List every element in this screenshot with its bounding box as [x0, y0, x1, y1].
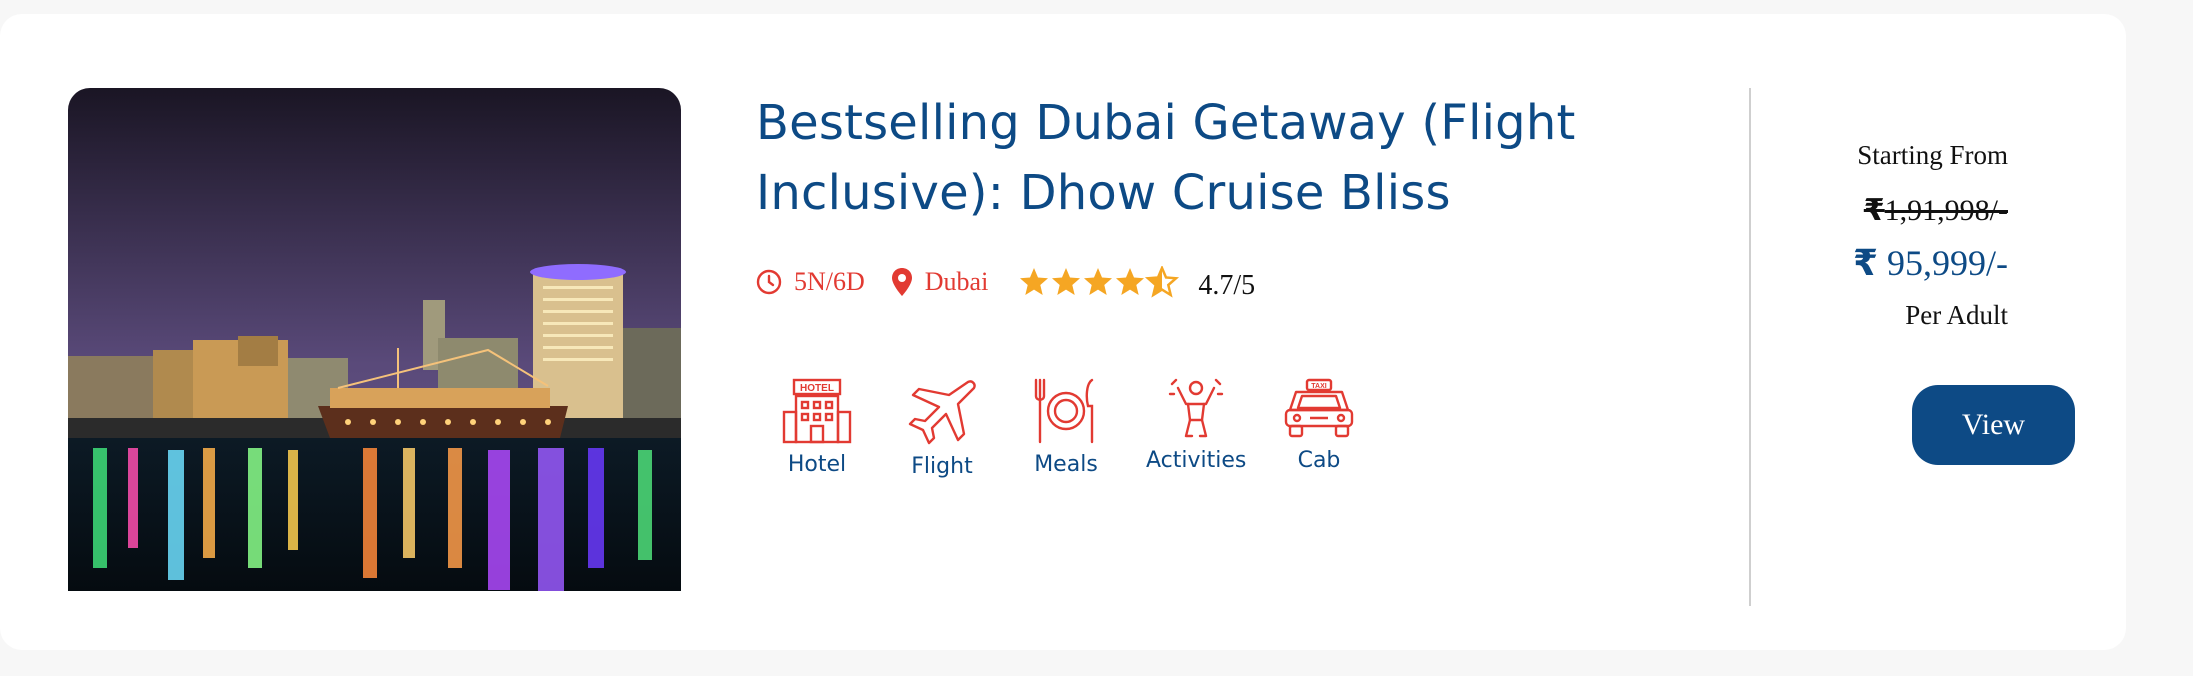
price-panel: Starting From ₹1,91,998/- ₹ 95,999/- Per… [1853, 140, 2008, 331]
view-button[interactable]: View [1912, 385, 2075, 465]
rating-text: 4.7/5 [1198, 270, 1256, 301]
duration-text: 5N/6D [794, 267, 865, 296]
destination-text: Dubai [924, 267, 989, 296]
amenity-flight: Flight [906, 378, 978, 479]
map-pin-icon [891, 268, 912, 296]
dubai-dhow-cruise-image [68, 88, 681, 591]
rupee-icon: ₹ [1852, 243, 1878, 284]
location: Dubai [891, 267, 989, 297]
amenity-label: Hotel [787, 452, 847, 477]
package-title[interactable]: Bestselling Dubai Getaway (Flight Inclus… [756, 88, 1696, 228]
offer-price: ₹ 95,999/- [1853, 242, 2008, 284]
meals-icon [1034, 378, 1094, 444]
rating-stars-icon [1020, 266, 1178, 297]
duration: 5N/6D [756, 267, 865, 297]
svg-text:HOTEL: HOTEL [800, 383, 834, 394]
starting-from-label: Starting From [1857, 140, 2008, 170]
amenity-label: Flight [911, 454, 973, 479]
original-price-value: 1,91,998/- [1884, 194, 2008, 227]
amenity-activities: Activities [1146, 378, 1246, 473]
hotel-icon: HOTEL [782, 378, 852, 444]
airplane-icon [908, 380, 976, 445]
package-photo[interactable] [68, 88, 681, 591]
amenity-meals: Meals [1032, 378, 1100, 477]
rupee-icon: ₹ [1863, 193, 1885, 228]
vertical-divider [1749, 88, 1751, 606]
package-card: Bestselling Dubai Getaway (Flight Inclus… [0, 14, 2126, 650]
amenity-label: Cab [1297, 448, 1341, 473]
amenity-hotel: HOTEL Hotel [782, 378, 852, 477]
taxi-icon: TAXI [1284, 378, 1354, 438]
offer-price-value: 95,999/- [1887, 243, 2008, 283]
activities-icon [1168, 378, 1224, 438]
svg-text:TAXI: TAXI [1311, 383, 1326, 390]
amenity-cab: TAXI Cab [1282, 378, 1356, 473]
clock-icon [756, 269, 782, 295]
price-unit: Per Adult [1905, 300, 2008, 330]
amenity-label: Meals [1034, 452, 1098, 477]
package-meta: 5N/6D Dubai 4.7/5 [756, 260, 1255, 304]
amenity-label: Activities [1146, 448, 1247, 473]
star-rating [1018, 266, 1180, 298]
original-price: ₹1,91,998/- [1853, 193, 2008, 228]
